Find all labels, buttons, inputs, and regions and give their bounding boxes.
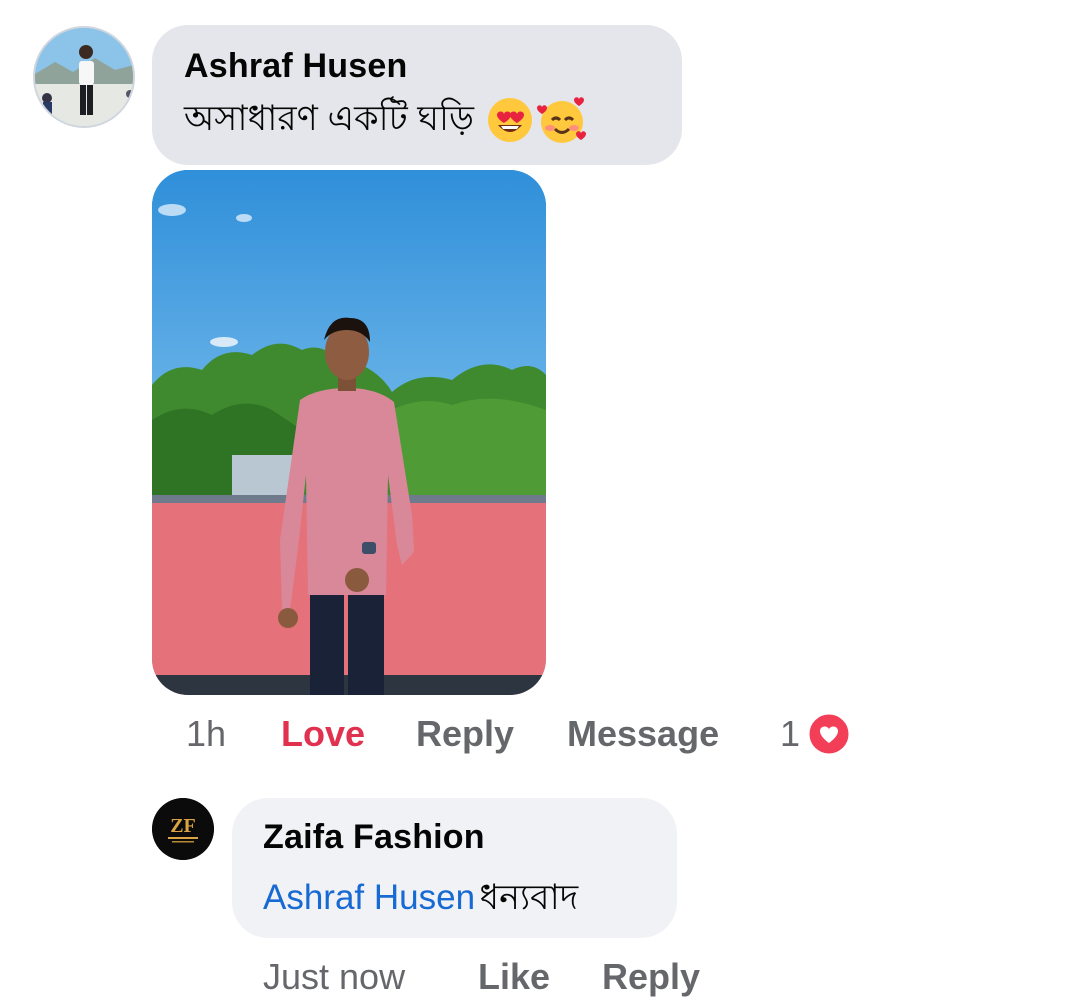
comment-timestamp: 1h	[186, 713, 227, 754]
reply-text: ধন্যবাদ	[479, 878, 579, 917]
reply-bubble[interactable]: Zaifa Fashion Ashraf Husen ধন্যবাদ	[232, 798, 677, 938]
heart-eyes-emoji-icon	[488, 98, 533, 142]
reply-author[interactable]: Zaifa Fashion	[263, 818, 485, 857]
love-reaction-button[interactable]: Love	[281, 713, 365, 755]
comment-photo[interactable]	[152, 170, 546, 695]
zaifa-fashion-logo-icon: ZF	[152, 798, 214, 860]
like-button[interactable]: Like	[478, 956, 550, 998]
comment-author[interactable]: Ashraf Husen	[184, 47, 407, 86]
logo-text: ZF	[170, 815, 196, 837]
reply-reply-button[interactable]: Reply	[602, 956, 700, 998]
reaction-count: 1	[780, 713, 801, 754]
avatar-ashraf-husen[interactable]	[33, 26, 135, 128]
avatar-photo	[35, 28, 133, 126]
message-button[interactable]: Message	[567, 713, 719, 755]
smiling-face-with-hearts-emoji-icon	[537, 97, 587, 143]
photo-man-pink-shirt-image	[152, 170, 546, 695]
reaction-summary[interactable]: 1	[780, 711, 852, 757]
reply-button[interactable]: Reply	[416, 713, 514, 755]
reply-timestamp: Just now	[263, 956, 406, 997]
reply-text-row: Ashraf Husen ধন্যবাদ	[263, 870, 578, 929]
comment-bubble[interactable]: Ashraf Husen অসাধারণ একটি ঘড়ি	[152, 25, 682, 165]
comment-text-row: অসাধারণ একটি ঘড়ি	[184, 95, 587, 145]
mention-link[interactable]: Ashraf Husen	[263, 878, 475, 917]
love-reaction-icon	[806, 711, 852, 757]
avatar-zaifa-fashion[interactable]: ZF	[152, 798, 214, 860]
comment-text: অসাধারণ একটি ঘড়ি	[184, 98, 475, 138]
